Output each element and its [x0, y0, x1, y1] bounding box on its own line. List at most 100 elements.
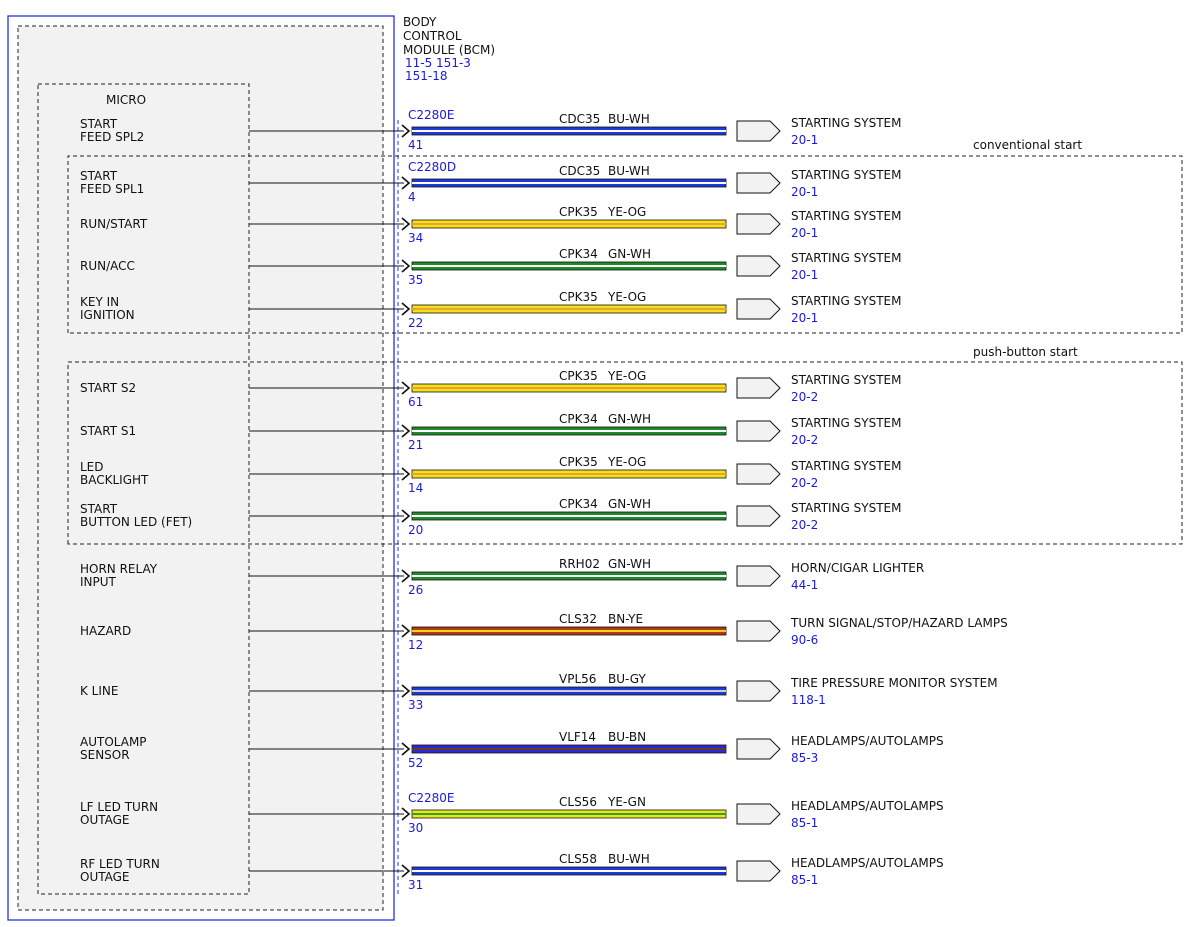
pin-number: 20	[408, 523, 423, 537]
circuit-id: CPK34	[559, 412, 598, 426]
destination-ref: 85-1	[791, 816, 818, 830]
destination-connector-icon	[736, 463, 781, 485]
destination-system: STARTING SYSTEM	[791, 501, 901, 515]
pin-number: 35	[408, 273, 423, 287]
pin-label: START	[80, 502, 118, 516]
module-title-line-1: BODY	[403, 15, 437, 29]
connector-id: C2280E	[408, 108, 455, 122]
destination-connector-icon	[736, 213, 781, 235]
wire-stripe	[412, 387, 726, 389]
destination-ref: 20-2	[791, 390, 818, 404]
destination-ref: 118-1	[791, 693, 826, 707]
pin-label: IGNITION	[80, 308, 135, 322]
wire-stripe	[412, 223, 726, 225]
destination-system: STARTING SYSTEM	[791, 251, 901, 265]
pin-number: 31	[408, 878, 423, 892]
wire-color-code: BU-BN	[608, 730, 646, 744]
destination-system: TIRE PRESSURE MONITOR SYSTEM	[790, 676, 998, 690]
pin-label: HAZARD	[80, 624, 131, 638]
destination-ref: 20-1	[791, 133, 818, 147]
wire-stripe	[412, 748, 726, 750]
destination-connector-icon	[736, 120, 781, 142]
pin-number: 4	[408, 190, 416, 204]
destination-ref: 20-1	[791, 226, 818, 240]
wire-stripe	[412, 870, 726, 872]
destination-connector-icon	[736, 255, 781, 277]
pin-label: START	[80, 117, 118, 131]
destination-connector-icon	[736, 860, 781, 882]
wire-color-code: BU-WH	[608, 112, 650, 126]
pin-label: LF LED TURN	[80, 800, 158, 814]
destination-ref: 44-1	[791, 578, 818, 592]
circuit-id: CPK35	[559, 205, 598, 219]
pin-number: 33	[408, 698, 423, 712]
wire-color-code: GN-WH	[608, 412, 651, 426]
destination-connector-icon	[736, 738, 781, 760]
circuit-id: RRH02	[559, 557, 600, 571]
wire-color-code: GN-WH	[608, 497, 651, 511]
destination-system: HEADLAMPS/AUTOLAMPS	[791, 799, 944, 813]
wire-color-code: BU-GY	[608, 672, 646, 686]
circuit-id: CDC35	[559, 112, 600, 126]
wire-stripe	[412, 690, 726, 692]
wire-stripe	[412, 182, 726, 184]
wire-color-code: YE-OG	[607, 205, 646, 219]
pin-label: FEED SPL2	[80, 130, 144, 144]
wire-color-code: YE-OG	[607, 369, 646, 383]
destination-system: HEADLAMPS/AUTOLAMPS	[791, 734, 944, 748]
destination-system: STARTING SYSTEM	[791, 459, 901, 473]
wire-stripe	[412, 813, 726, 815]
circuit-id: CPK34	[559, 247, 598, 261]
pin-label: START S1	[80, 424, 136, 438]
destination-connector-icon	[736, 172, 781, 194]
connector-id: C2280D	[408, 160, 456, 174]
wire-color-code: BN-YE	[608, 612, 643, 626]
pin-label: FEED SPL1	[80, 182, 144, 196]
wire-color-code: YE-GN	[607, 795, 646, 809]
destination-connector-icon	[736, 565, 781, 587]
destination-system: STARTING SYSTEM	[791, 168, 901, 182]
module-ref-line-2: 151-18	[405, 69, 448, 83]
circuit-id: VPL56	[559, 672, 596, 686]
destination-system: STARTING SYSTEM	[791, 209, 901, 223]
destination-connector-icon	[736, 377, 781, 399]
wire-stripe	[412, 575, 726, 577]
destination-ref: 20-1	[791, 311, 818, 325]
pin-label: BACKLIGHT	[80, 473, 149, 487]
pin-number: 12	[408, 638, 423, 652]
destination-connector-icon	[736, 298, 781, 320]
pin-label: RUN/ACC	[80, 259, 135, 273]
wire-color-code: YE-OG	[607, 455, 646, 469]
wire-color-code: YE-OG	[607, 290, 646, 304]
pin-label: KEY IN	[80, 295, 119, 309]
pin-label: INPUT	[80, 575, 117, 589]
circuit-id: CLS32	[559, 612, 597, 626]
wire-stripe	[412, 515, 726, 517]
wire-stripe	[412, 473, 726, 475]
wire-color-code: GN-WH	[608, 247, 651, 261]
pin-label: SENSOR	[80, 748, 130, 762]
module-ref-line-1: 11-5 151-3	[405, 56, 471, 70]
conventional-start-label: conventional start	[973, 138, 1082, 152]
destination-connector-icon	[736, 803, 781, 825]
destination-system: HORN/CIGAR LIGHTER	[791, 561, 924, 575]
circuit-id: CLS58	[559, 852, 597, 866]
pin-number: 41	[408, 138, 423, 152]
circuit-id: CPK35	[559, 455, 598, 469]
wire-stripe	[412, 308, 726, 310]
wire-stripe	[412, 265, 726, 267]
pin-number: 22	[408, 316, 423, 330]
pin-label: BUTTON LED (FET)	[80, 515, 192, 529]
pin-label: LED	[80, 460, 104, 474]
pin-label: RUN/START	[80, 217, 148, 231]
destination-ref: 20-2	[791, 518, 818, 532]
module-title-line-3: MODULE (BCM)	[403, 43, 495, 57]
destination-ref: 85-1	[791, 873, 818, 887]
destination-connector-icon	[736, 505, 781, 527]
destination-ref: 20-2	[791, 476, 818, 490]
destination-ref: 20-1	[791, 268, 818, 282]
circuit-id: CPK35	[559, 369, 598, 383]
pin-number: 14	[408, 481, 423, 495]
destination-system: STARTING SYSTEM	[791, 116, 901, 130]
destination-system: STARTING SYSTEM	[791, 416, 901, 430]
